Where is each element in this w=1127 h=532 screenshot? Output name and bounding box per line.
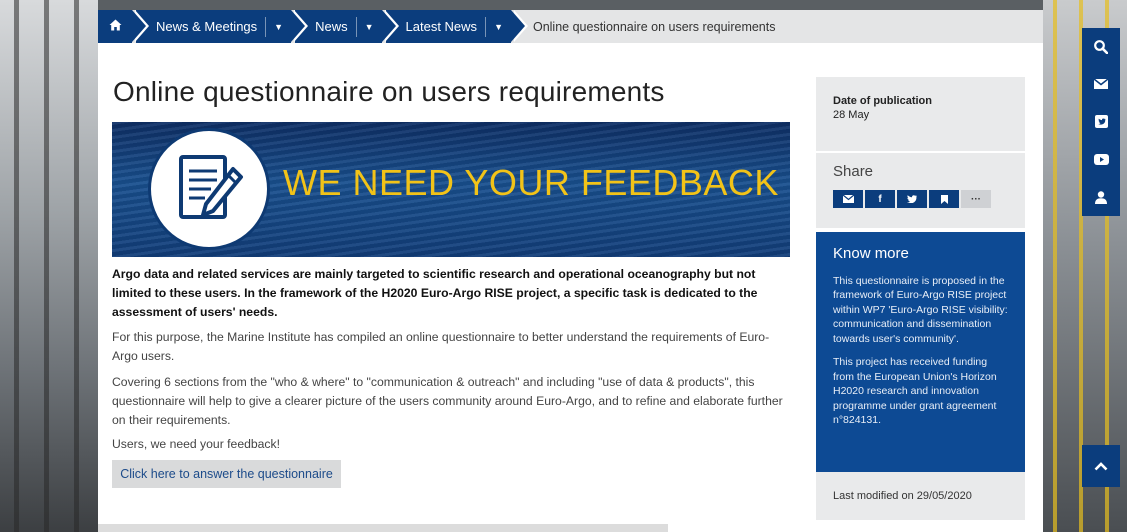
user-icon xyxy=(1095,190,1107,204)
body-paragraph: Users, we need your feedback! xyxy=(112,437,281,451)
last-modified: Last modified on 29/05/2020 xyxy=(816,472,1025,520)
breadcrumb-current: Online questionnaire on users requiremen… xyxy=(532,19,776,34)
content-panel: News & Meetings ▼ News ▼ Latest News ▼ O… xyxy=(98,10,1043,532)
social-user-button[interactable] xyxy=(1082,178,1120,216)
social-mail-button[interactable] xyxy=(1082,66,1120,104)
breadcrumb-home[interactable] xyxy=(98,10,149,43)
share-buttons: f ··· xyxy=(833,190,1008,208)
know-more-panel: Know more This questionnaire is proposed… xyxy=(816,232,1025,472)
breadcrumb-label[interactable]: Latest News xyxy=(406,19,486,34)
body-paragraph: Covering 6 sections from the "who & wher… xyxy=(112,375,783,427)
email-icon xyxy=(842,195,854,203)
share-bookmark-button[interactable] xyxy=(929,190,959,208)
know-more-title: Know more xyxy=(833,245,909,262)
chevron-up-icon xyxy=(1094,461,1108,470)
breadcrumb-label[interactable]: News & Meetings xyxy=(156,19,265,34)
facebook-icon: f xyxy=(878,193,882,205)
scroll-to-top-button[interactable] xyxy=(1082,445,1120,487)
body-paragraph: For this purpose, the Marine Institute h… xyxy=(112,330,770,363)
feedback-banner: WE NEED YOUR FEEDBACK xyxy=(112,122,790,257)
share-more-button[interactable]: ··· xyxy=(961,190,991,208)
sidebar: Date of publication 28 May Share f ··· K… xyxy=(816,77,1025,520)
home-icon xyxy=(109,19,122,34)
mail-icon xyxy=(1094,79,1108,90)
know-more-text: This project has received funding from t… xyxy=(833,356,997,427)
background-top xyxy=(0,0,1127,10)
chevron-down-icon[interactable]: ▼ xyxy=(485,16,511,37)
background-lab-left xyxy=(0,0,98,532)
social-twitter-button[interactable] xyxy=(1082,103,1120,141)
share-title: Share xyxy=(833,163,874,180)
twitter-icon xyxy=(1094,115,1108,129)
publication-info: Date of publication 28 May xyxy=(816,77,1025,151)
share-email-button[interactable] xyxy=(833,190,863,208)
breadcrumb-item-news-meetings[interactable]: News & Meetings ▼ xyxy=(136,10,309,43)
publication-date: 28 May xyxy=(833,109,870,121)
breadcrumb-label[interactable]: News xyxy=(315,19,356,34)
search-icon xyxy=(1094,39,1108,54)
banner-headline: WE NEED YOUR FEEDBACK xyxy=(283,162,779,203)
social-youtube-button[interactable] xyxy=(1082,141,1120,179)
know-more-text: This questionnaire is proposed in the fr… xyxy=(833,275,1008,345)
breadcrumb: News & Meetings ▼ News ▼ Latest News ▼ O… xyxy=(98,10,1043,43)
share-panel: Share f ··· xyxy=(816,153,1025,228)
chevron-down-icon[interactable]: ▼ xyxy=(265,16,291,37)
bookmark-icon xyxy=(940,194,948,204)
answer-questionnaire-button[interactable]: Click here to answer the questionnaire xyxy=(112,460,341,488)
chevron-down-icon[interactable]: ▼ xyxy=(355,16,382,37)
social-bar xyxy=(1082,28,1120,216)
twitter-icon xyxy=(907,195,917,203)
publication-label: Date of publication xyxy=(833,95,932,107)
breadcrumb-item-latest-news[interactable]: Latest News ▼ xyxy=(385,10,529,43)
more-icon: ··· xyxy=(971,193,981,205)
questionnaire-icon xyxy=(148,128,270,250)
youtube-icon xyxy=(1093,154,1109,166)
lead-paragraph: Argo data and related services are mainl… xyxy=(112,267,758,319)
bottom-bar xyxy=(98,524,668,532)
social-search-button[interactable] xyxy=(1082,28,1120,66)
share-facebook-button[interactable]: f xyxy=(865,190,895,208)
share-twitter-button[interactable] xyxy=(897,190,927,208)
page-title: Online questionnaire on users requiremen… xyxy=(113,76,665,107)
